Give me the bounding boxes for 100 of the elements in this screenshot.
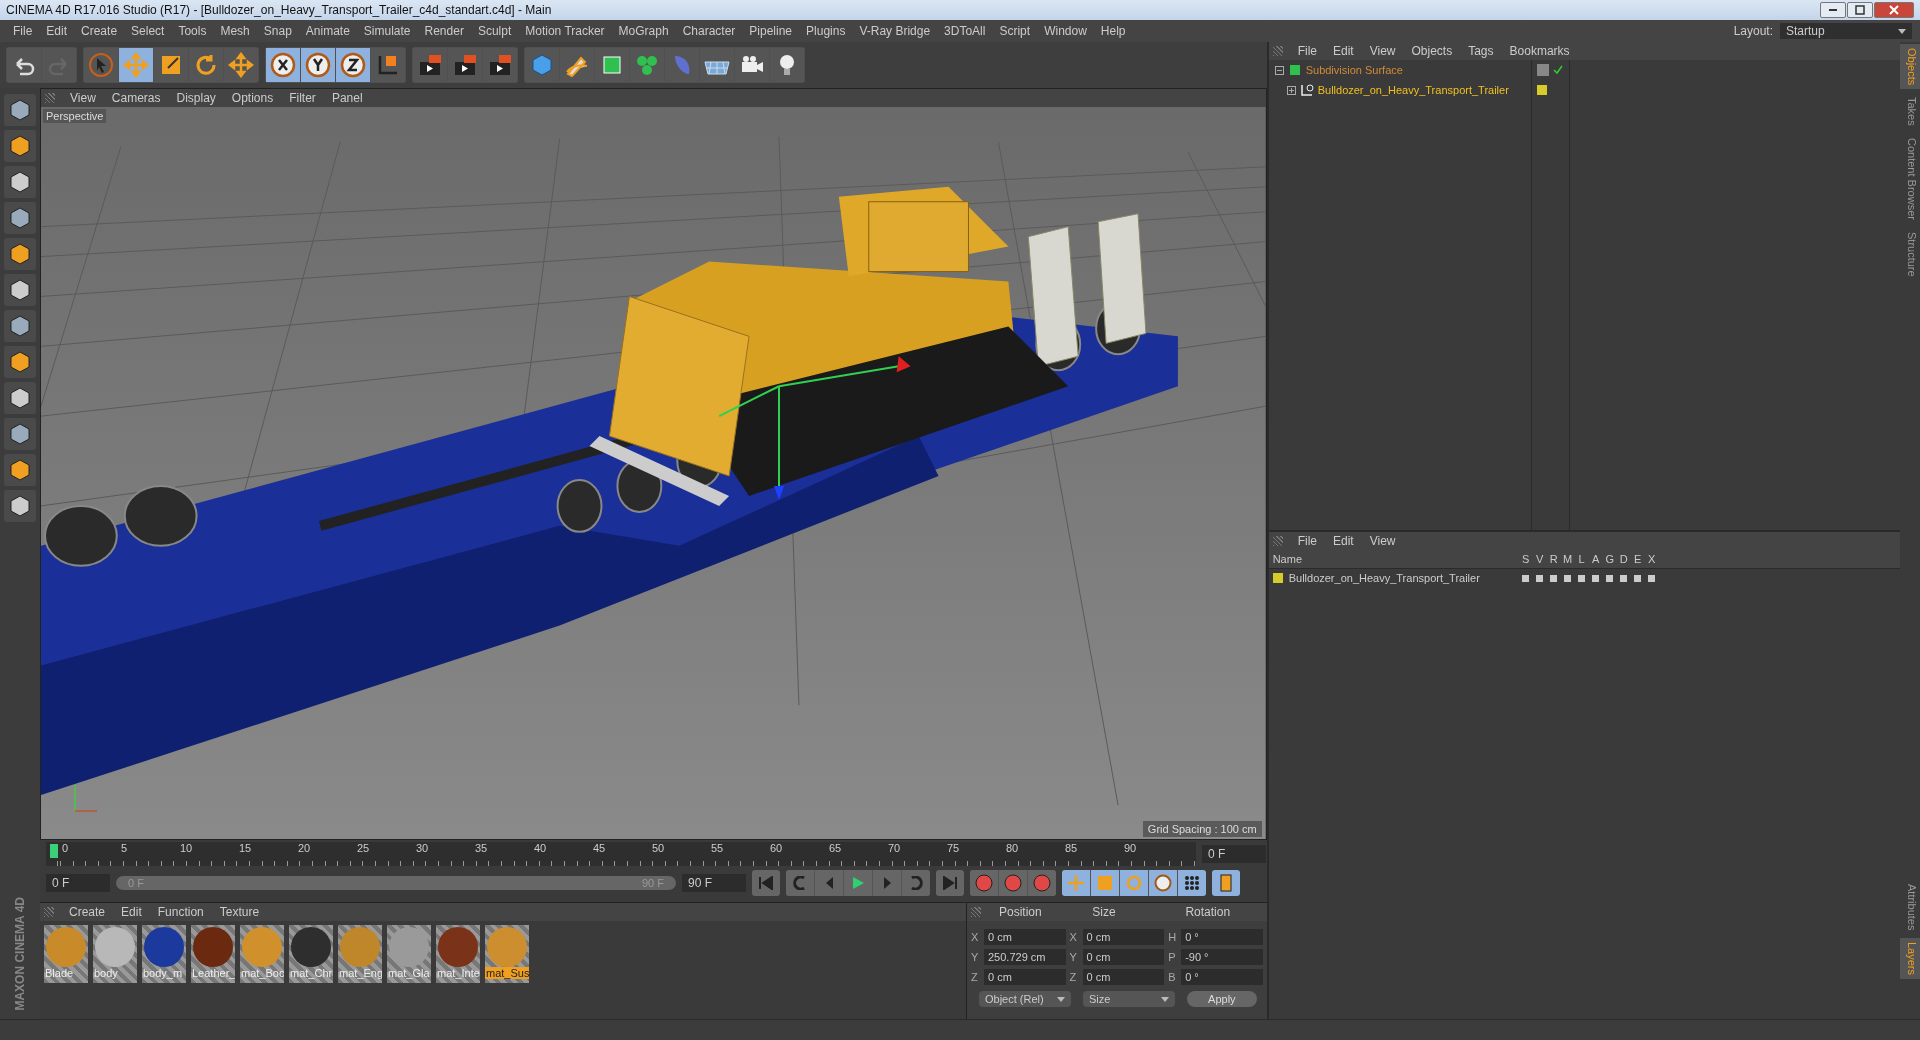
panel-grip-icon[interactable] <box>971 907 981 917</box>
menu-item[interactable]: Select <box>124 24 172 38</box>
render-settings-tool-button[interactable] <box>483 48 517 82</box>
side-tab[interactable]: Layers <box>1900 937 1920 979</box>
menu-item[interactable]: Animate <box>298 24 357 38</box>
viewport-menu-item[interactable]: Options <box>224 91 281 105</box>
object-menu-item[interactable]: Tags <box>1461 44 1501 58</box>
material-menu-item[interactable]: Create <box>62 905 113 919</box>
autokey-button[interactable] <box>999 870 1027 896</box>
object-menu-item[interactable]: File <box>1290 44 1324 58</box>
viewport-menu-item[interactable]: View <box>63 91 103 105</box>
minimize-button[interactable] <box>1820 2 1846 18</box>
cube-tool-button[interactable] <box>4 94 36 126</box>
menu-item[interactable]: Render <box>417 24 471 38</box>
rotate-tool-button[interactable] <box>189 48 223 82</box>
viewport-menu-item[interactable]: Display <box>169 91 223 105</box>
cloner-tool-button[interactable] <box>630 48 664 82</box>
scale-tool-button[interactable] <box>154 48 188 82</box>
cube-tool-button[interactable] <box>525 48 559 82</box>
layer-menu-item[interactable]: View <box>1362 534 1403 548</box>
menu-item[interactable]: Help <box>1093 24 1133 38</box>
record-key-button[interactable] <box>970 870 998 896</box>
object-menu-item[interactable]: Edit <box>1326 44 1361 58</box>
current-frame-field[interactable]: 0 F <box>1202 845 1266 863</box>
edges-tool-button[interactable] <box>4 202 36 234</box>
go-to-end-button[interactable] <box>936 870 964 896</box>
menu-item[interactable]: Sculpt <box>470 24 519 38</box>
plane-tool-button[interactable] <box>4 166 36 198</box>
menu-item[interactable]: Script <box>992 24 1038 38</box>
apply-button[interactable]: Apply <box>1187 991 1257 1007</box>
light-tool-button[interactable] <box>770 48 804 82</box>
axis-tool-button[interactable] <box>4 310 36 342</box>
material-item[interactable]: Leather_ <box>191 925 235 983</box>
pen-tool-button[interactable] <box>560 48 594 82</box>
viewport-canvas[interactable]: Perspective Grid Spacing : 100 cm <box>41 107 1266 839</box>
menu-item[interactable]: Window <box>1037 24 1094 38</box>
menu-item[interactable]: Pipeline <box>742 24 800 38</box>
panel-grip-icon[interactable] <box>45 93 55 103</box>
menu-item[interactable]: 3DToAll <box>937 24 993 38</box>
render-view-tool-button[interactable] <box>413 48 447 82</box>
coordinate-field[interactable]: 0 cm <box>1082 929 1165 945</box>
viewport-menu-item[interactable]: Filter <box>282 91 323 105</box>
layer-name[interactable]: Bulldozer_on_Heavy_Transport_Trailer <box>1288 572 1480 584</box>
coordinate-field[interactable]: -90 ° <box>1181 949 1263 965</box>
coordinate-mode-dropdown[interactable]: Object (Rel) <box>979 991 1071 1007</box>
material-item[interactable]: mat_Inte <box>436 925 480 983</box>
render-picture-tool-button[interactable] <box>448 48 482 82</box>
coordinate-field[interactable]: 0 cm <box>984 969 1066 985</box>
object-name[interactable]: Bulldozer_on_Heavy_Transport_Trailer <box>1317 84 1509 96</box>
magnet-tool-button[interactable] <box>4 418 36 450</box>
box-tool-button[interactable] <box>4 274 36 306</box>
x-tool-button[interactable] <box>266 48 300 82</box>
object-menu-item[interactable]: Bookmarks <box>1502 44 1577 58</box>
layer-menu-item[interactable]: File <box>1290 534 1324 548</box>
menu-item[interactable]: Create <box>74 24 125 38</box>
size-mode-dropdown[interactable]: Size <box>1083 991 1175 1007</box>
panel-grip-icon[interactable] <box>1272 536 1283 546</box>
previous-key-button[interactable] <box>786 870 814 896</box>
panel-grip-icon[interactable] <box>44 907 54 917</box>
go-to-start-button[interactable] <box>752 870 780 896</box>
material-menu-item[interactable]: Texture <box>212 905 267 919</box>
brush-tool-button[interactable] <box>4 346 36 378</box>
checker-tool-button[interactable] <box>4 130 36 162</box>
menu-item[interactable]: Snap <box>256 24 299 38</box>
material-item[interactable]: Blade <box>44 925 88 983</box>
menu-item[interactable]: MoGraph <box>611 24 676 38</box>
transform-tool-button[interactable] <box>224 48 258 82</box>
material-item[interactable]: body <box>93 925 137 983</box>
film-strip-button[interactable] <box>1212 870 1240 896</box>
object-name[interactable]: Subdivision Surface <box>1305 64 1403 76</box>
material-menu-item[interactable]: Function <box>150 905 211 919</box>
panel-grip-icon[interactable] <box>1272 46 1283 56</box>
help-button[interactable] <box>1028 870 1056 896</box>
expand-toggle-icon[interactable] <box>1286 85 1296 95</box>
coordinate-field[interactable]: 0 ° <box>1181 929 1263 945</box>
viewport-menu-item[interactable]: Cameras <box>104 91 168 105</box>
previous-frame-button[interactable] <box>815 870 843 896</box>
coord-tool-button[interactable] <box>371 48 405 82</box>
menu-item[interactable]: Tools <box>171 24 214 38</box>
next-key-button[interactable] <box>902 870 930 896</box>
material-item[interactable]: mat_Gla <box>387 925 431 983</box>
maximize-button[interactable] <box>1847 2 1873 18</box>
menu-item[interactable]: Plugins <box>799 24 853 38</box>
side-tab[interactable]: Objects <box>1900 44 1920 90</box>
menu-item[interactable]: Motion Tracker <box>518 24 612 38</box>
material-item[interactable]: mat_Sus <box>485 925 529 983</box>
object-menu-item[interactable]: Objects <box>1404 44 1460 58</box>
select-tool-button[interactable] <box>84 48 118 82</box>
side-tab[interactable]: Content Browser <box>1900 134 1920 224</box>
material-item[interactable]: mat_Boc <box>240 925 284 983</box>
undo-tool-button[interactable] <box>7 48 41 82</box>
menu-item[interactable]: Character <box>675 24 743 38</box>
next-frame-button[interactable] <box>873 870 901 896</box>
menu-item[interactable]: Mesh <box>213 24 257 38</box>
material-item[interactable]: mat_Chr <box>289 925 333 983</box>
material-menu-item[interactable]: Edit <box>114 905 149 919</box>
coordinate-field[interactable]: 0 cm <box>1082 969 1165 985</box>
close-button[interactable] <box>1874 2 1914 18</box>
subdiv-tool-button[interactable] <box>595 48 629 82</box>
layer-menu-item[interactable]: Edit <box>1326 534 1361 548</box>
